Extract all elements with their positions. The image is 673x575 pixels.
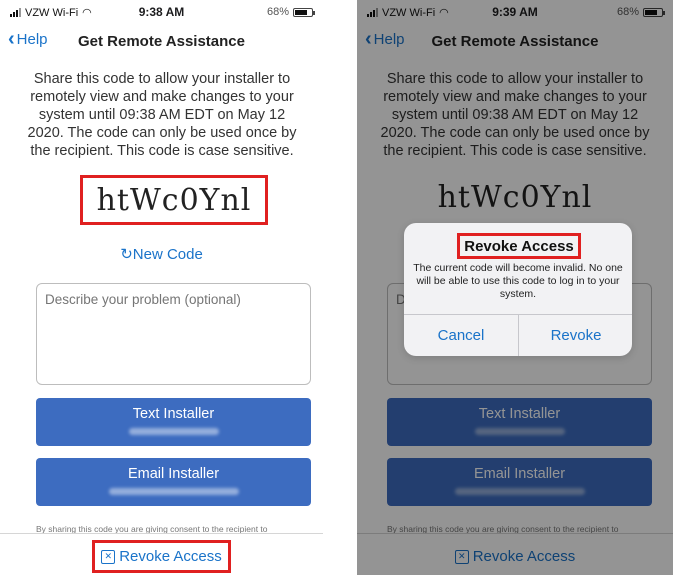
new-code-label: New Code — [132, 246, 203, 263]
alert-message: The current code will become invalid. No… — [413, 262, 623, 300]
revoke-access-button[interactable]: ✕ Revoke Access — [92, 540, 231, 573]
access-code-highlight: htWc0Ynl — [80, 175, 268, 225]
refresh-icon: ↻ — [120, 246, 133, 263]
page-title: Get Remote Assistance — [77, 33, 245, 50]
share-description: Share this code to allow your installer … — [27, 71, 297, 159]
revoke-alert-dialog: Revoke Access The current code will beco… — [404, 223, 632, 356]
battery-icon — [293, 7, 315, 17]
status-bar: VZW Wi-Fi ◠ 9:38 AM 68% — [0, 0, 323, 24]
battery-percent: 68% — [266, 6, 289, 18]
text-installer-button[interactable]: Text Installer — [36, 398, 311, 446]
access-code: htWc0Ynl — [96, 182, 252, 218]
revoke-button[interactable]: Revoke — [519, 315, 632, 356]
nav-bar: ‹ Help Get Remote Assistance — [0, 24, 323, 58]
revoke-row: ✕ Revoke Access — [0, 540, 323, 573]
new-code-button[interactable]: ↻New Code — [0, 245, 323, 263]
battery-group: 68% — [266, 6, 315, 18]
redacted-email — [108, 488, 239, 495]
redacted-phone — [128, 428, 219, 435]
email-installer-label: Email Installer — [127, 466, 220, 482]
revoke-lock-icon: ✕ — [101, 549, 116, 564]
footer-divider — [0, 533, 323, 534]
cancel-button[interactable]: Cancel — [404, 315, 518, 356]
right-screen: VZW Wi-Fi ◠ 9:39 AM 68% ‹ Help Get Remot… — [357, 0, 673, 575]
email-installer-button[interactable]: Email Installer — [36, 458, 311, 506]
alert-title: Revoke Access — [457, 233, 581, 259]
left-screen: VZW Wi-Fi ◠ 9:38 AM 68% ‹ Help Get Remot… — [0, 0, 323, 575]
text-installer-label: Text Installer — [132, 406, 215, 422]
revoke-access-label: Revoke Access — [119, 548, 222, 565]
problem-input[interactable] — [36, 283, 311, 385]
